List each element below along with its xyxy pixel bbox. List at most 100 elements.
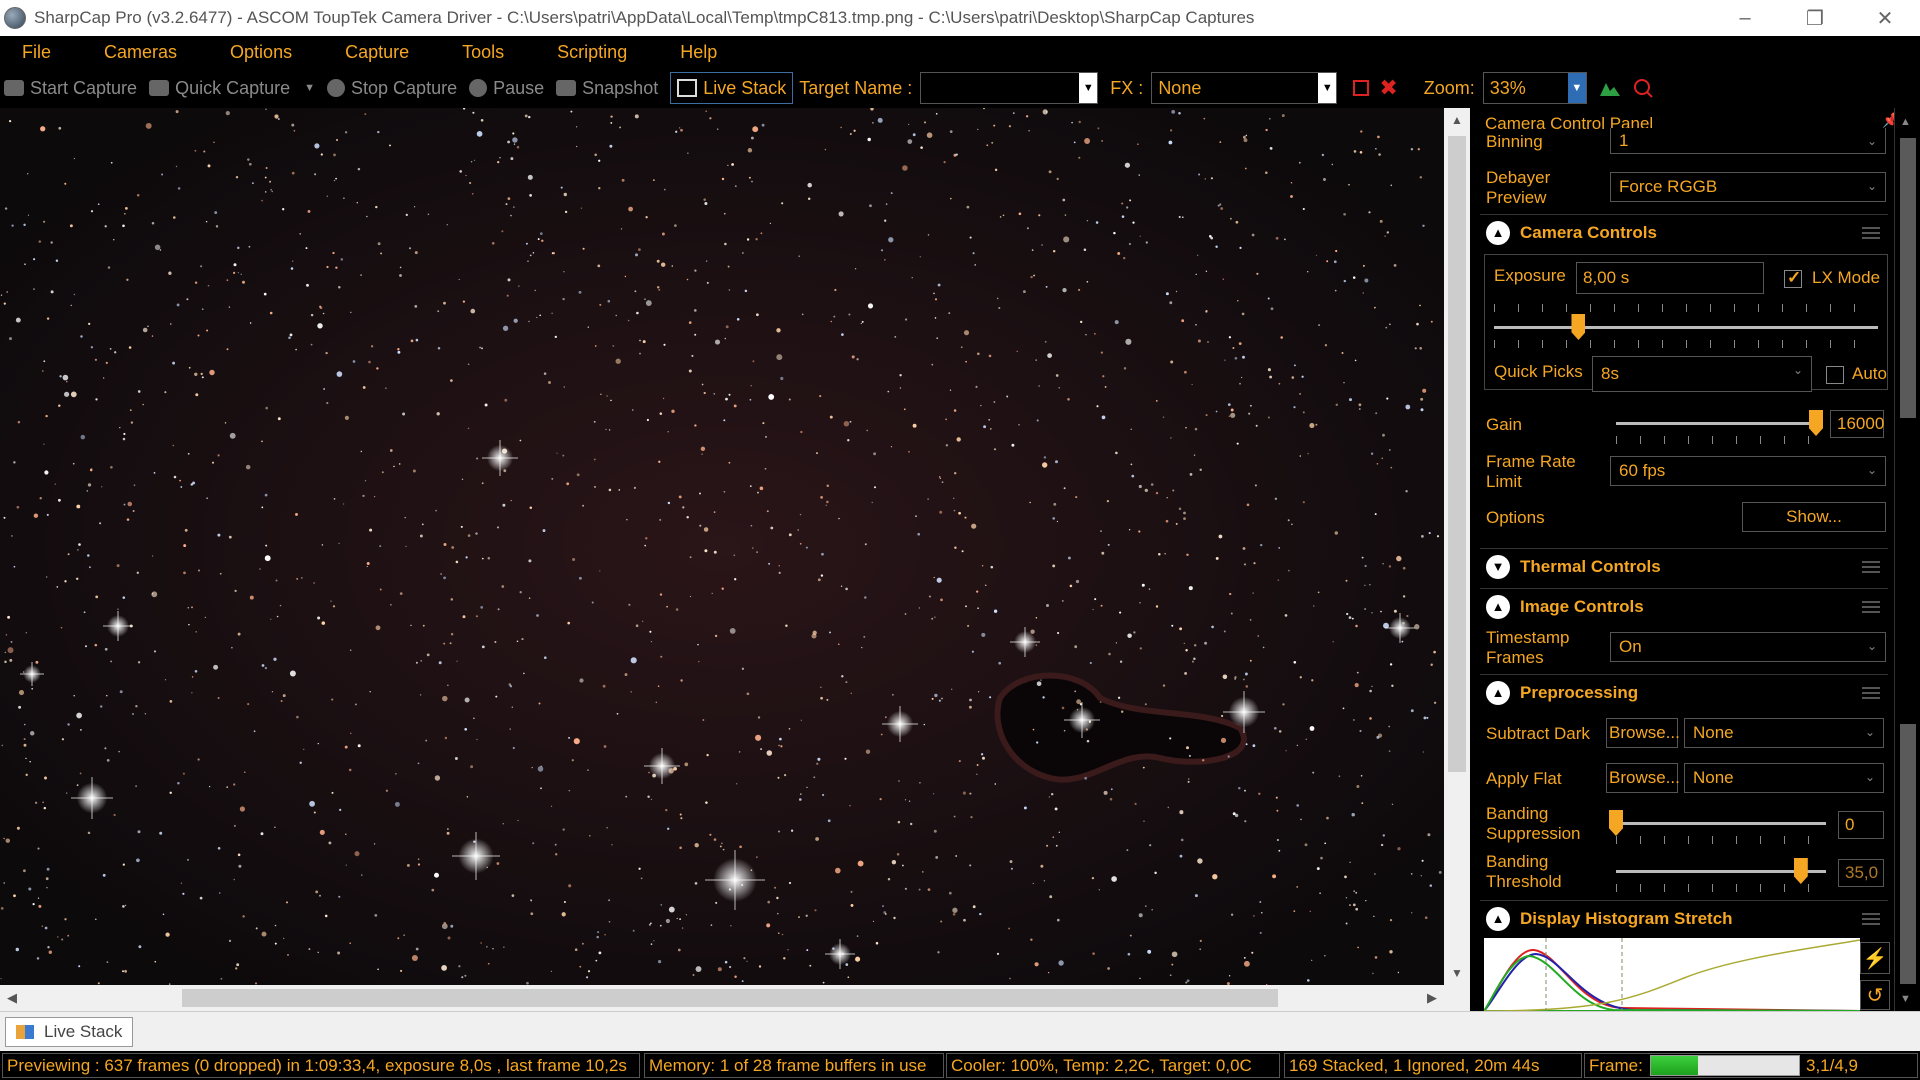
lightning-icon[interactable]: ⚡ — [1860, 942, 1890, 974]
scroll-right-icon[interactable]: ▶ — [1420, 985, 1444, 1011]
apply-flat-select[interactable]: None ⌄ — [1684, 763, 1884, 793]
lx-mode-checkbox[interactable] — [1784, 268, 1802, 288]
histogram-icon[interactable] — [1599, 79, 1621, 97]
menu-icon[interactable] — [1862, 227, 1880, 239]
close-icon[interactable]: ✕ — [1850, 0, 1920, 36]
tab-live-stack[interactable]: Live Stack — [5, 1017, 134, 1047]
star — [466, 796, 469, 798]
subtract-dark-browse-button[interactable]: Browse... — [1606, 718, 1680, 748]
chevron-down-icon[interactable]: ▼ — [304, 82, 315, 94]
scroll-down-icon[interactable]: ▼ — [1444, 961, 1470, 985]
star — [728, 461, 731, 464]
chevron-down-icon[interactable]: ▼ — [1079, 73, 1098, 103]
star — [229, 432, 236, 439]
zoom-select[interactable]: 33% ▼ — [1482, 72, 1587, 104]
scroll-up-icon[interactable]: ▲ — [1444, 108, 1470, 132]
image-horizontal-scrollbar[interactable]: ◀ ▶ — [0, 985, 1444, 1011]
menu-icon[interactable] — [1862, 687, 1880, 699]
menu-options[interactable]: Options — [218, 40, 304, 65]
reset-icon[interactable]: ↺ — [1860, 980, 1890, 1010]
histogram-plot[interactable] — [1484, 938, 1860, 1011]
start-capture-button[interactable]: Start Capture — [4, 78, 137, 99]
star — [948, 891, 952, 895]
stop-recording-icon[interactable] — [1353, 80, 1370, 96]
menu-tools[interactable]: Tools — [450, 40, 516, 65]
collapse-icon[interactable]: ▲ — [1486, 594, 1510, 619]
auto-checkbox[interactable] — [1826, 366, 1844, 384]
image-controls-header[interactable]: ▲ Image Controls — [1480, 588, 1888, 624]
star — [1215, 245, 1218, 249]
restore-icon[interactable]: ❐ — [1780, 0, 1850, 36]
fx-select[interactable]: None ▼ — [1151, 72, 1338, 104]
histogram-header[interactable]: ▲ Display Histogram Stretch — [1480, 900, 1888, 936]
quick-picks-select[interactable]: 8s ⌄ — [1592, 356, 1812, 392]
banding-threshold-input[interactable]: 35,0 — [1838, 859, 1884, 887]
camera-controls-header[interactable]: ▲ Camera Controls — [1480, 214, 1888, 250]
options-show-button[interactable]: Show... — [1742, 502, 1886, 532]
star — [1201, 759, 1205, 762]
collapse-icon[interactable]: ▲ — [1486, 906, 1510, 931]
banding-threshold-slider-thumb[interactable] — [1793, 858, 1808, 884]
star — [849, 133, 852, 135]
chevron-down-icon[interactable]: ▼ — [1318, 73, 1337, 103]
target-name-input[interactable]: ▼ — [920, 72, 1099, 104]
star — [699, 524, 702, 527]
gain-input[interactable]: 16000 — [1830, 410, 1884, 438]
expand-icon[interactable]: ▼ — [1486, 554, 1510, 579]
exposure-input[interactable]: 8,00 s — [1576, 262, 1764, 294]
preprocessing-header[interactable]: ▲ Preprocessing — [1480, 674, 1888, 710]
menu-capture[interactable]: Capture — [333, 40, 421, 65]
live-stack-button[interactable]: Live Stack — [670, 72, 794, 104]
scroll-down-icon[interactable]: ▼ — [1900, 993, 1911, 1005]
menu-icon[interactable] — [1862, 601, 1880, 613]
frame-rate-select[interactable]: 60 fps ⌄ — [1610, 456, 1886, 486]
star — [103, 377, 105, 379]
menu-file[interactable]: File — [10, 40, 63, 65]
gain-slider[interactable] — [1616, 422, 1816, 425]
stop-capture-button[interactable]: Stop Capture — [327, 78, 457, 99]
zoom-fit-icon[interactable] — [1633, 78, 1653, 98]
menu-cameras[interactable]: Cameras — [92, 40, 189, 65]
star — [758, 965, 762, 968]
menu-help[interactable]: Help — [668, 40, 729, 65]
scroll-thumb[interactable] — [1900, 724, 1916, 984]
panel-scrollbar[interactable]: ▲ ▼ — [1894, 108, 1920, 1011]
star — [467, 427, 470, 430]
collapse-icon[interactable]: ▲ — [1486, 220, 1510, 245]
subtract-dark-select[interactable]: None ⌄ — [1684, 718, 1884, 748]
star — [908, 451, 910, 453]
gain-slider-thumb[interactable] — [1809, 410, 1823, 436]
pin-icon[interactable]: 📌 — [1882, 112, 1894, 129]
menu-icon[interactable] — [1862, 913, 1880, 925]
star — [1023, 290, 1026, 293]
debayer-select[interactable]: Force RGGB ⌄ — [1610, 172, 1886, 202]
star — [1296, 744, 1299, 747]
banding-suppression-input[interactable]: 0 — [1838, 811, 1884, 839]
binning-select[interactable]: 1 ⌄ — [1610, 128, 1886, 154]
star — [757, 491, 759, 494]
snapshot-button[interactable]: Snapshot — [556, 78, 658, 99]
minimize-icon[interactable]: – — [1710, 0, 1780, 36]
clear-icon[interactable]: ✖ — [1379, 77, 1397, 99]
menu-scripting[interactable]: Scripting — [545, 40, 639, 65]
banding-suppression-slider-thumb[interactable] — [1609, 810, 1623, 836]
scroll-thumb[interactable] — [1900, 138, 1916, 418]
menu-icon[interactable] — [1862, 561, 1880, 573]
image-viewport[interactable] — [0, 108, 1444, 985]
scroll-left-icon[interactable]: ◀ — [0, 985, 24, 1011]
banding-suppression-slider[interactable] — [1616, 822, 1826, 825]
chevron-down-icon[interactable]: ▼ — [1567, 73, 1586, 103]
exposure-slider[interactable] — [1494, 326, 1878, 329]
thermal-controls-header[interactable]: ▼ Thermal Controls — [1480, 548, 1888, 584]
apply-flat-browse-button[interactable]: Browse... — [1606, 763, 1680, 793]
timestamp-select[interactable]: On ⌄ — [1610, 632, 1886, 662]
scroll-up-icon[interactable]: ▲ — [1900, 116, 1911, 128]
pause-button[interactable]: Pause — [469, 78, 544, 99]
scroll-thumb[interactable] — [182, 989, 1278, 1007]
image-vertical-scrollbar[interactable]: ▲ ▼ — [1444, 108, 1470, 985]
scroll-thumb[interactable] — [1448, 136, 1466, 772]
star — [918, 607, 921, 609]
star — [681, 927, 684, 929]
collapse-icon[interactable]: ▲ — [1486, 680, 1510, 705]
quick-capture-button[interactable]: Quick Capture ▼ — [149, 78, 315, 99]
